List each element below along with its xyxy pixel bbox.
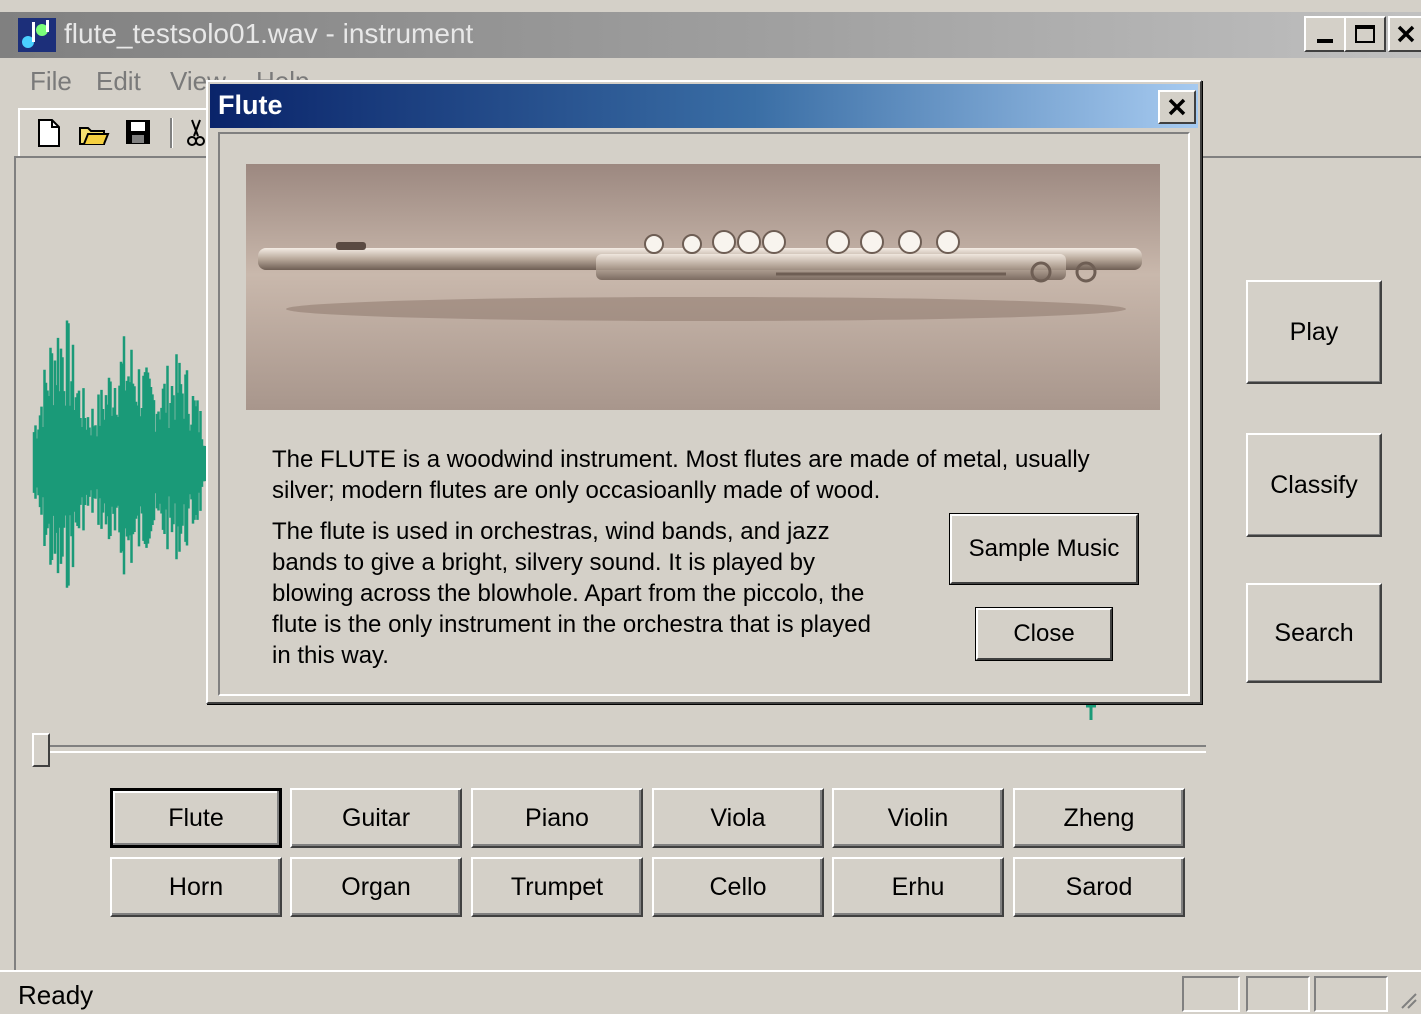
instrument-button-piano[interactable]: Piano [471, 788, 643, 848]
menu-edit[interactable]: Edit [96, 66, 141, 97]
instrument-button-trumpet[interactable]: Trumpet [471, 857, 643, 917]
instrument-button-sarod[interactable]: Sarod [1013, 857, 1185, 917]
dialog-close-button[interactable] [1158, 90, 1196, 124]
status-text: Ready [18, 980, 94, 1010]
toolbar-separator [170, 118, 173, 148]
instrument-button-horn[interactable]: Horn [110, 857, 282, 917]
instrument-button-organ[interactable]: Organ [290, 857, 462, 917]
status-pane-3 [1314, 976, 1388, 1012]
maximize-icon [1355, 25, 1375, 43]
playback-slider-thumb[interactable] [32, 733, 50, 767]
dialog-title: Flute [218, 90, 283, 120]
minimize-button[interactable] [1304, 16, 1346, 52]
close-icon [1168, 98, 1186, 116]
instrument-button-erhu[interactable]: Erhu [832, 857, 1004, 917]
search-button[interactable]: Search [1246, 583, 1382, 683]
new-file-icon[interactable] [36, 118, 66, 148]
resize-grip-icon[interactable] [1398, 986, 1418, 1010]
minimize-icon [1317, 39, 1333, 43]
app-icon [18, 18, 56, 52]
status-pane-2 [1246, 976, 1310, 1012]
flute-description-secondary: The flute is used in orchestras, wind ba… [272, 518, 871, 669]
audio-waveform[interactable] [30, 295, 210, 635]
window-close-button[interactable] [1388, 16, 1421, 52]
playback-slider-track[interactable] [36, 745, 1206, 753]
status-pane-1 [1182, 976, 1240, 1012]
dialog-close-text-button[interactable]: Close [976, 608, 1112, 660]
menu-file[interactable]: File [30, 66, 72, 97]
flute-photo [246, 164, 1160, 410]
status-bar: Ready [0, 970, 1421, 1014]
flute-info-dialog: Flute The FLUTE is a woodwind instrument… [206, 80, 1202, 704]
instrument-button-zheng[interactable]: Zheng [1013, 788, 1185, 848]
instrument-button-viola[interactable]: Viola [652, 788, 824, 848]
toolbar [18, 108, 220, 156]
open-folder-icon[interactable] [78, 118, 110, 148]
instrument-button-violin[interactable]: Violin [832, 788, 1004, 848]
dialog-title-bar[interactable]: Flute [210, 84, 1198, 128]
instrument-button-flute[interactable]: Flute [110, 788, 282, 848]
main-title-bar[interactable]: flute_testsolo01.wav - instrument [0, 12, 1421, 58]
play-button[interactable]: Play [1246, 280, 1382, 384]
instrument-button-cello[interactable]: Cello [652, 857, 824, 917]
classify-button[interactable]: Classify [1246, 433, 1382, 537]
save-icon[interactable] [124, 118, 154, 148]
maximize-button[interactable] [1344, 16, 1386, 52]
close-icon [1397, 25, 1415, 43]
sample-music-button[interactable]: Sample Music [950, 514, 1138, 584]
flute-description-primary: The FLUTE is a woodwind instrument. Most… [272, 446, 1090, 504]
window-title: flute_testsolo01.wav - instrument [64, 18, 474, 49]
instrument-button-guitar[interactable]: Guitar [290, 788, 462, 848]
